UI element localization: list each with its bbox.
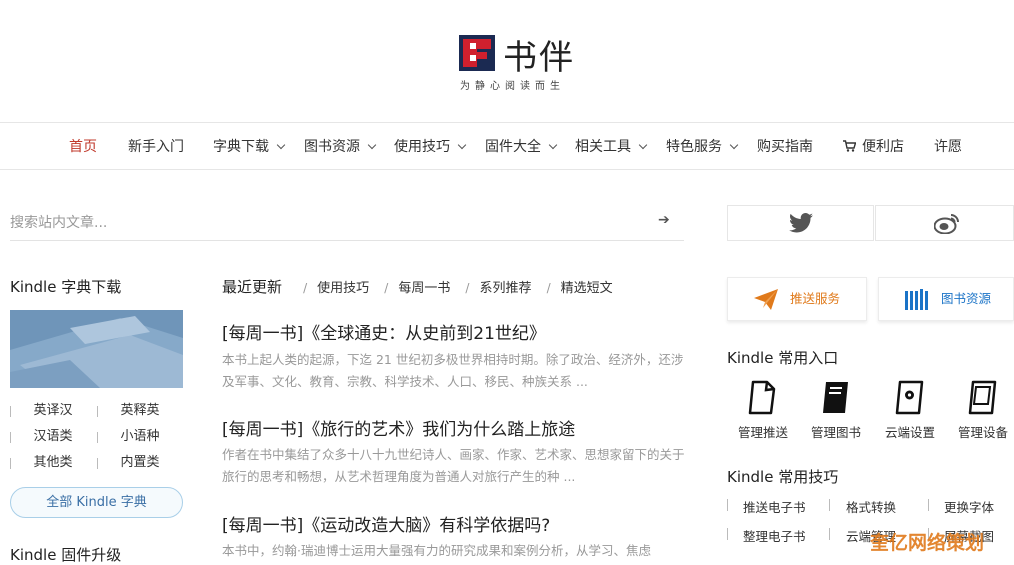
chevron-down-icon — [548, 140, 558, 150]
tip-link[interactable]: 推送电子书 — [743, 497, 806, 516]
nav-item-buy-guide[interactable]: 购买指南 — [757, 123, 813, 171]
nav-item-beginner[interactable]: 新手入门 — [128, 123, 184, 171]
article-excerpt: 本书中，约翰·瑞迪博士运用大量强有力的研究成果和案例分析，从学习、焦虑 — [222, 543, 651, 558]
logo-icon[interactable] — [459, 35, 495, 71]
nav-item-firmware[interactable]: 固件大全 — [485, 123, 558, 171]
main-nav: 首页 新手入门 字典下载 图书资源 使用技巧 固件大全 相关工具 特色服务 购买… — [0, 122, 1014, 170]
dict-category-item[interactable]: 汉语类 — [10, 424, 96, 450]
twitter-button[interactable] — [727, 205, 874, 241]
tab-tips[interactable]: 使用技巧 — [317, 281, 369, 296]
kindle-device-icon — [968, 380, 997, 415]
tab-essays[interactable]: 精选短文 — [561, 281, 613, 296]
nav-item-tips[interactable]: 使用技巧 — [394, 123, 467, 171]
dict-category-item[interactable]: 英译汉 — [10, 398, 96, 424]
article-title[interactable]: [每周一书]《运动改造大脑》有科学依据吗? — [222, 511, 550, 536]
book-icon — [823, 382, 848, 413]
push-service-button[interactable]: 推送服务 — [727, 277, 867, 321]
watermark-text: 奎亿网络策划 — [870, 532, 985, 554]
twitter-icon — [789, 213, 813, 233]
send-icon — [754, 289, 778, 310]
nav-item-services[interactable]: 特色服务 — [666, 123, 739, 171]
dict-category-item[interactable]: 内置类 — [97, 450, 183, 476]
search-bar: ➔ — [10, 205, 684, 241]
dict-section-title: Kindle 字典下载 — [10, 278, 122, 296]
dict-category-item[interactable]: 英释英 — [97, 398, 183, 424]
search-submit-icon[interactable]: ➔ — [658, 212, 670, 228]
tab-weekly-book[interactable]: 每周一书 — [398, 281, 450, 296]
site-title[interactable]: 书伴 — [503, 30, 575, 79]
article-tabs: 最近更新 / 使用技巧 / 每周一书 / 系列推荐 / 精选短文 — [222, 278, 613, 296]
article-title[interactable]: [每周一书]《全球通史：从史前到21世纪》 — [222, 319, 546, 344]
kindle-dict-image[interactable] — [10, 310, 183, 388]
nav-item-tools[interactable]: 相关工具 — [575, 123, 648, 171]
weibo-icon — [934, 214, 959, 234]
chevron-down-icon — [367, 140, 377, 150]
article-title[interactable]: [每周一书]《旅行的艺术》我们为什么踏上旅途 — [222, 415, 575, 440]
cart-icon — [843, 140, 856, 152]
device-settings-icon — [895, 380, 924, 415]
chevron-down-icon — [276, 140, 286, 150]
tip-link[interactable]: 更换字体 — [944, 497, 994, 516]
dict-category-item[interactable]: 其他类 — [10, 450, 96, 476]
tip-link[interactable]: 格式转换 — [846, 497, 896, 516]
nav-item-books[interactable]: 图书资源 — [304, 123, 377, 171]
article-excerpt: 作者在书中集结了众多十八十九世纪诗人、画家、作家、艺术家、思想家留下的关于旅行的… — [222, 447, 685, 484]
chevron-down-icon — [457, 140, 467, 150]
nav-item-store[interactable]: 便利店 — [843, 123, 904, 171]
nav-item-dict[interactable]: 字典下载 — [213, 123, 286, 171]
weibo-button[interactable] — [875, 205, 1014, 241]
tips-section-title: Kindle 常用技巧 — [727, 468, 839, 486]
document-icon — [748, 380, 776, 415]
nav-item-home[interactable]: 首页 — [69, 123, 97, 171]
chevron-down-icon — [729, 140, 739, 150]
article-excerpt: 本书上起人类的起源，下迄 21 世纪初多极世界相持时期。除了政治、经济外，还涉及… — [222, 352, 684, 389]
book-resource-button[interactable]: 图书资源 — [878, 277, 1014, 321]
tab-series[interactable]: 系列推荐 — [479, 281, 531, 296]
tip-link[interactable]: 整理电子书 — [743, 526, 806, 545]
search-input[interactable] — [10, 211, 640, 235]
site-slogan: 为静心阅读而生 — [460, 81, 565, 92]
tab-latest[interactable]: 最近更新 — [222, 278, 282, 296]
entry-section-title: Kindle 常用入口 — [727, 349, 839, 367]
dict-category-item[interactable]: 小语种 — [97, 424, 183, 450]
chevron-down-icon — [638, 140, 648, 150]
site-header: 书伴 为静心阅读而生 — [0, 0, 1014, 122]
firmware-section-title: Kindle 固件升级 — [10, 546, 122, 564]
all-dict-button[interactable]: 全部 Kindle 字典 — [10, 487, 183, 518]
books-icon — [905, 289, 928, 310]
nav-item-wish[interactable]: 许愿 — [934, 123, 962, 171]
